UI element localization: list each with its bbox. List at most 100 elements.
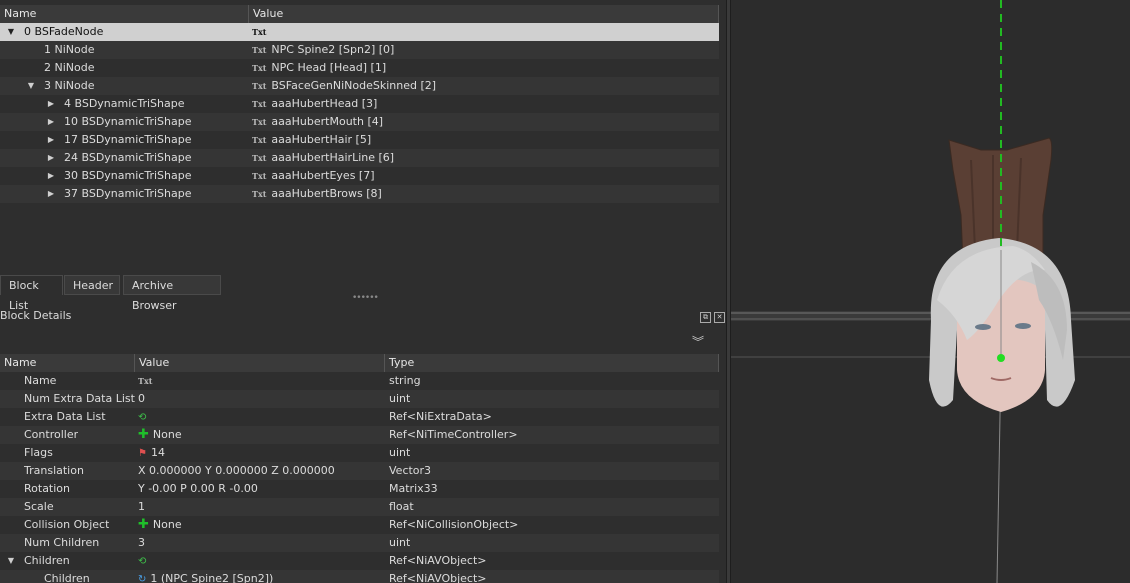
details-row[interactable]: Extra Data List ⟲ Ref<NiExtraData> [0,408,719,426]
link-icon: ↻ [138,574,147,583]
details-row-value[interactable]: ⟲ [138,408,383,426]
details-row-type: Ref<NiAVObject> [389,554,487,567]
tab-block-list[interactable]: Block List [0,275,63,312]
details-row[interactable]: Translation X 0.000000 Y 0.000000 Z 0.000… [0,462,719,480]
details-header-type[interactable]: Type [385,354,719,372]
tree-row[interactable]: ▶ 4 BSDynamicTriShape Txt aaaHubertHead [3] [0,95,719,113]
details-row[interactable]: Flags ⚑ 14 uint [0,444,719,462]
tree-row[interactable]: ▼ 3 NiNode Txt BSFaceGenNiNodeSkinned [2] [0,77,719,95]
tree-row[interactable]: ▼ 0 BSFadeNode Txt [0,23,719,41]
details-row-value[interactable]: ⟲ [138,552,383,570]
collapsed-arrow-icon[interactable]: ▶ [46,113,56,131]
details-row-value[interactable]: ⚑ 14 [138,444,383,462]
details-row-value[interactable]: ↻ 1 (NPC Spine2 [Spn2]) [138,570,383,583]
details-row[interactable]: Children ↻ 1 (NPC Spine2 [Spn2]) Ref<NiAVOb… [0,570,719,583]
block-list-tree[interactable]: Name Value ▼ 0 BSFadeNode Txt 1 NiNode Txt NP… [0,5,719,205]
details-row[interactable]: Scale 1 float [0,498,719,516]
render-viewport[interactable] [731,0,1130,583]
details-row-value-text: X 0.000000 Y 0.000000 Z 0.000000 [138,464,335,477]
details-row[interactable]: Num Extra Data List 0 uint [0,390,719,408]
tree-row[interactable]: ▶ 17 BSDynamicTriShape Txt aaaHubertHair [5… [0,131,719,149]
details-row-value[interactable]: ✚ None [138,516,383,534]
details-header-name[interactable]: Name [0,354,135,372]
scene-render [731,0,1130,583]
text-type-icon: Txt [138,376,153,386]
tree-row-value-text: aaaHubertHairLine [6] [271,151,395,164]
tree-row-name: 0 BSFadeNode [24,25,104,38]
tree-row-name: 24 BSDynamicTriShape [64,151,192,164]
details-row-name: Controller [24,428,79,441]
tree-row-name: 3 NiNode [44,79,95,92]
text-type-icon: Txt [252,81,267,91]
tree-row-value: Txt aaaHubertHead [3] [252,95,377,113]
details-row[interactable]: Controller ✚ None Ref<NiTimeController> [0,426,719,444]
details-row-name: Flags [24,446,53,459]
details-row[interactable]: ▼ Children ⟲ Ref<NiAVObject> [0,552,719,570]
collapsed-arrow-icon[interactable]: ▶ [46,149,56,167]
details-row[interactable]: Num Children 3 uint [0,534,719,552]
left-panel: Name Value ▼ 0 BSFadeNode Txt 1 NiNode Txt NP… [0,0,726,583]
details-row-type: uint [389,392,411,405]
details-row[interactable]: Rotation Y -0.00 P 0.00 R -0.00 Matrix33 [0,480,719,498]
details-row[interactable]: Collision Object ✚ None Ref<NiCollisionObje… [0,516,719,534]
expanded-arrow-icon[interactable]: ▼ [6,23,16,41]
tree-row[interactable]: ▶ 10 BSDynamicTriShape Txt aaaHubertMouth [… [0,113,719,131]
tab-header[interactable]: Header [64,275,120,295]
column-header-value[interactable]: Value [249,5,719,23]
tree-row[interactable]: 2 NiNode Txt NPC Head [Head] [1] [0,59,719,77]
cycle-icon: ⟲ [138,412,147,423]
tree-row-value-text: NPC Spine2 [Spn2] [0] [271,43,395,56]
bottom-tab-bar: Block List Header Archive Browser [0,275,726,312]
tree-row[interactable]: ▶ 24 BSDynamicTriShape Txt aaaHubertHairLin… [0,149,719,167]
tree-row-value-text: BSFaceGenNiNodeSkinned [2] [271,79,437,92]
details-row-value-text: 1 (NPC Spine2 [Spn2]) [150,572,274,583]
expand-all-icon[interactable]: ︾ [692,335,704,349]
tree-row[interactable]: 1 NiNode Txt NPC Spine2 [Spn2] [0] [0,41,719,59]
tree-row[interactable]: ▶ 37 BSDynamicTriShape Txt aaaHubertBrows [… [0,185,719,203]
tree-row-value-text: aaaHubertEyes [7] [271,169,375,182]
details-row-name: Extra Data List [24,410,106,423]
details-row-type: float [389,500,414,513]
details-row-value[interactable]: Y -0.00 P 0.00 R -0.00 [138,480,383,498]
close-icon[interactable]: ✕ [714,312,725,323]
text-type-icon: Txt [252,45,267,55]
text-type-icon: Txt [252,135,267,145]
tab-archive-browser[interactable]: Archive Browser [123,275,221,312]
collapsed-arrow-icon[interactable]: ▶ [46,185,56,203]
collapsed-arrow-icon[interactable]: ▶ [46,95,56,113]
details-row-value[interactable]: Txt [138,372,383,390]
details-row-value[interactable]: 1 [138,498,383,516]
tree-row-value: Txt NPC Head [Head] [1] [252,59,386,77]
details-row-value-text: 1 [138,500,145,513]
tree-row-value: Txt aaaHubertHairLine [6] [252,149,394,167]
splitter-handle[interactable]: •••••• [352,293,379,303]
column-header-name[interactable]: Name [0,5,249,23]
details-row-value[interactable]: 0 [138,390,383,408]
block-details-title: Block Details [0,309,72,322]
details-row-name: Rotation [24,482,71,495]
flag-icon: ⚑ [138,448,147,459]
details-row-type: uint [389,536,411,549]
details-row-value[interactable]: 3 [138,534,383,552]
tree-row-value: Txt aaaHubertHair [5] [252,131,371,149]
details-row[interactable]: Name Txt string [0,372,719,390]
tree-row-value-text: NPC Head [Head] [1] [271,61,387,74]
collapsed-arrow-icon[interactable]: ▶ [46,131,56,149]
details-row-name: Scale [24,500,54,513]
details-row-value[interactable]: X 0.000000 Y 0.000000 Z 0.000000 [138,462,383,480]
tree-row-value: Txt NPC Spine2 [Spn2] [0] [252,41,394,59]
block-details-table[interactable]: Name Value Type Name Txt string Num Extra D… [0,354,719,583]
float-icon[interactable]: ⧉ [700,312,711,323]
details-row-type: Ref<NiAVObject> [389,572,487,583]
expanded-arrow-icon[interactable]: ▼ [6,552,16,570]
text-type-icon: Txt [252,117,267,127]
collapsed-arrow-icon[interactable]: ▶ [46,167,56,185]
tree-row[interactable]: ▶ 30 BSDynamicTriShape Txt aaaHubertEyes [7… [0,167,719,185]
details-row-value-text: Y -0.00 P 0.00 R -0.00 [138,482,258,495]
details-row-value[interactable]: ✚ None [138,426,383,444]
details-row-name: Name [24,374,57,387]
details-row-name: Translation [24,464,84,477]
details-header-value[interactable]: Value [135,354,385,372]
tree-row-name: 37 BSDynamicTriShape [64,187,192,200]
expanded-arrow-icon[interactable]: ▼ [26,77,36,95]
